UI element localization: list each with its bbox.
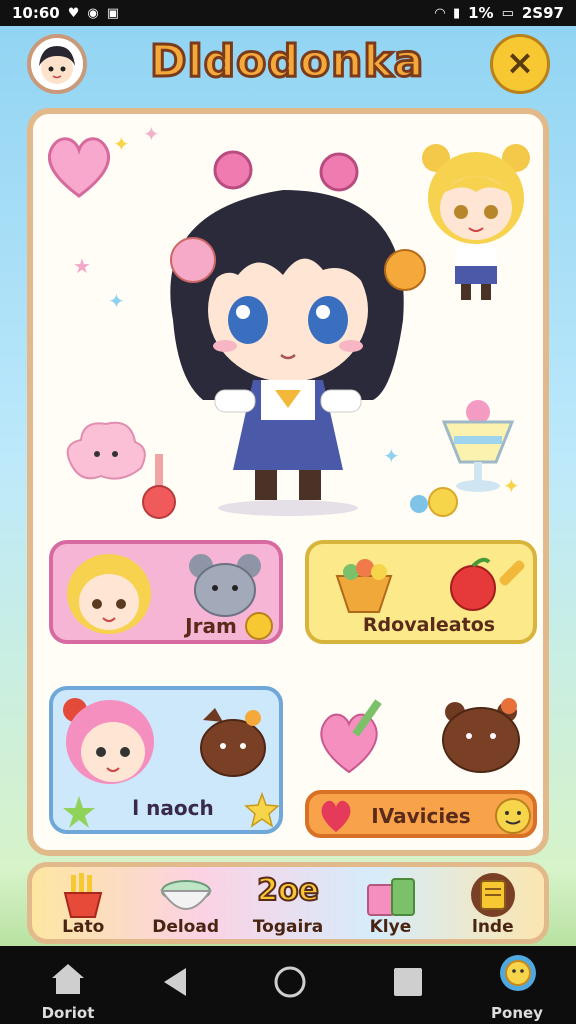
candy-icon xyxy=(410,487,458,517)
fruit-basket-icon xyxy=(335,559,393,613)
apple-icon xyxy=(450,557,525,611)
sparkle-icon: ✦ xyxy=(113,132,130,156)
star-icon: ★ xyxy=(73,254,91,278)
sun-icon xyxy=(244,792,279,828)
square-icon xyxy=(394,968,422,996)
card-rdovaleatos-label: Rdovaleatos xyxy=(362,614,496,636)
cloud-creature[interactable] xyxy=(61,414,151,494)
tab-deload-label: Deload xyxy=(152,917,219,937)
card-rdovaleatos[interactable]: Rdovaleatos xyxy=(305,540,537,644)
wifi-icon: ◠ xyxy=(434,5,445,21)
tab-deload[interactable]: Deload xyxy=(134,867,236,939)
tab-lato[interactable]: Lato xyxy=(32,867,134,939)
nav-recent-home[interactable] xyxy=(264,946,314,1024)
tab-togaira-label: Togaira xyxy=(252,917,324,937)
blonde-girl-icon xyxy=(67,554,151,634)
header: Dldodonka × xyxy=(0,26,576,108)
gift-icon xyxy=(367,878,416,916)
bottom-tab-bar: Lato Deload 2oe Togaira Klye lnde xyxy=(27,862,549,944)
parfait-icon xyxy=(441,400,515,492)
potion-icon xyxy=(142,454,176,519)
nav-back[interactable] xyxy=(150,946,200,1024)
notification-icon: ◉ xyxy=(87,5,99,21)
nav-home-label: Doriot xyxy=(41,1004,95,1022)
heart-icon xyxy=(48,137,110,198)
sparkle-icon: ✦ xyxy=(143,122,160,146)
card-lnaoch[interactable]: l naoch xyxy=(49,686,283,834)
pink-hair-girl-icon xyxy=(63,698,154,784)
tab-klye[interactable]: Klye xyxy=(339,867,441,939)
card-jram[interactable]: Jram xyxy=(49,540,283,644)
card-lnaoch-label: l naoch xyxy=(132,796,214,820)
tab-lnde[interactable]: lnde xyxy=(442,867,544,939)
home-icon xyxy=(52,964,84,994)
smiley-icon xyxy=(495,798,531,834)
coin-icon xyxy=(245,612,273,640)
tab-lnde-label: lnde xyxy=(472,917,514,937)
status-time: 10:60 xyxy=(12,4,60,22)
card-jram-label: Jram xyxy=(185,614,237,638)
signal-icon: ▮ xyxy=(452,5,461,21)
status-bar: 10:60 ♥ ◉ ▣ ◠ ▮ 1% ▭ 2S97 xyxy=(0,0,576,26)
brown-bear-icon xyxy=(442,698,520,773)
back-icon xyxy=(164,968,186,996)
brown-bear-icon xyxy=(200,708,266,777)
character-panel: ✦ ✦ ★ ✦ ✦ ✦ Jram Rdovaleatos l naoch IVa… xyxy=(27,108,549,856)
green-star-icon xyxy=(63,796,95,828)
bowl-icon xyxy=(159,880,212,910)
main-character[interactable] xyxy=(143,150,443,520)
card-vavicies[interactable]: IVavicies xyxy=(305,790,537,838)
tab-togaira-badge: 2oe xyxy=(256,872,320,909)
circle-home-icon xyxy=(274,966,306,998)
nav-home[interactable]: Doriot xyxy=(28,946,108,1024)
blonde-bear-character[interactable] xyxy=(411,136,541,306)
gallery-icon: ▣ xyxy=(106,5,120,21)
avatar-icon xyxy=(39,46,75,84)
nav-profile-label: Poney xyxy=(491,1004,543,1022)
status-clock-right: 2S97 xyxy=(521,4,564,22)
battery-percent: 1% xyxy=(468,4,494,22)
close-button[interactable]: × xyxy=(490,34,550,94)
profile-avatar-button[interactable] xyxy=(27,34,87,94)
heart-icon: ♥ xyxy=(67,5,80,21)
tab-togaira[interactable]: 2oe Togaira xyxy=(237,867,339,939)
sparkle-icon: ✦ xyxy=(108,289,125,313)
fries-icon xyxy=(63,873,103,918)
system-nav-bar: Doriot Poney xyxy=(0,946,576,1024)
nav-overview[interactable] xyxy=(382,946,432,1024)
book-icon xyxy=(470,873,515,917)
battery-icon: ▭ xyxy=(501,5,514,21)
tab-klye-label: Klye xyxy=(369,917,412,937)
sun-face-icon xyxy=(500,955,536,991)
nav-profile[interactable]: Poney xyxy=(478,946,556,1024)
pink-heart-wand-icon xyxy=(320,699,382,774)
tab-lato-label: Lato xyxy=(62,917,105,937)
game-title: Dldodonka xyxy=(149,35,425,89)
